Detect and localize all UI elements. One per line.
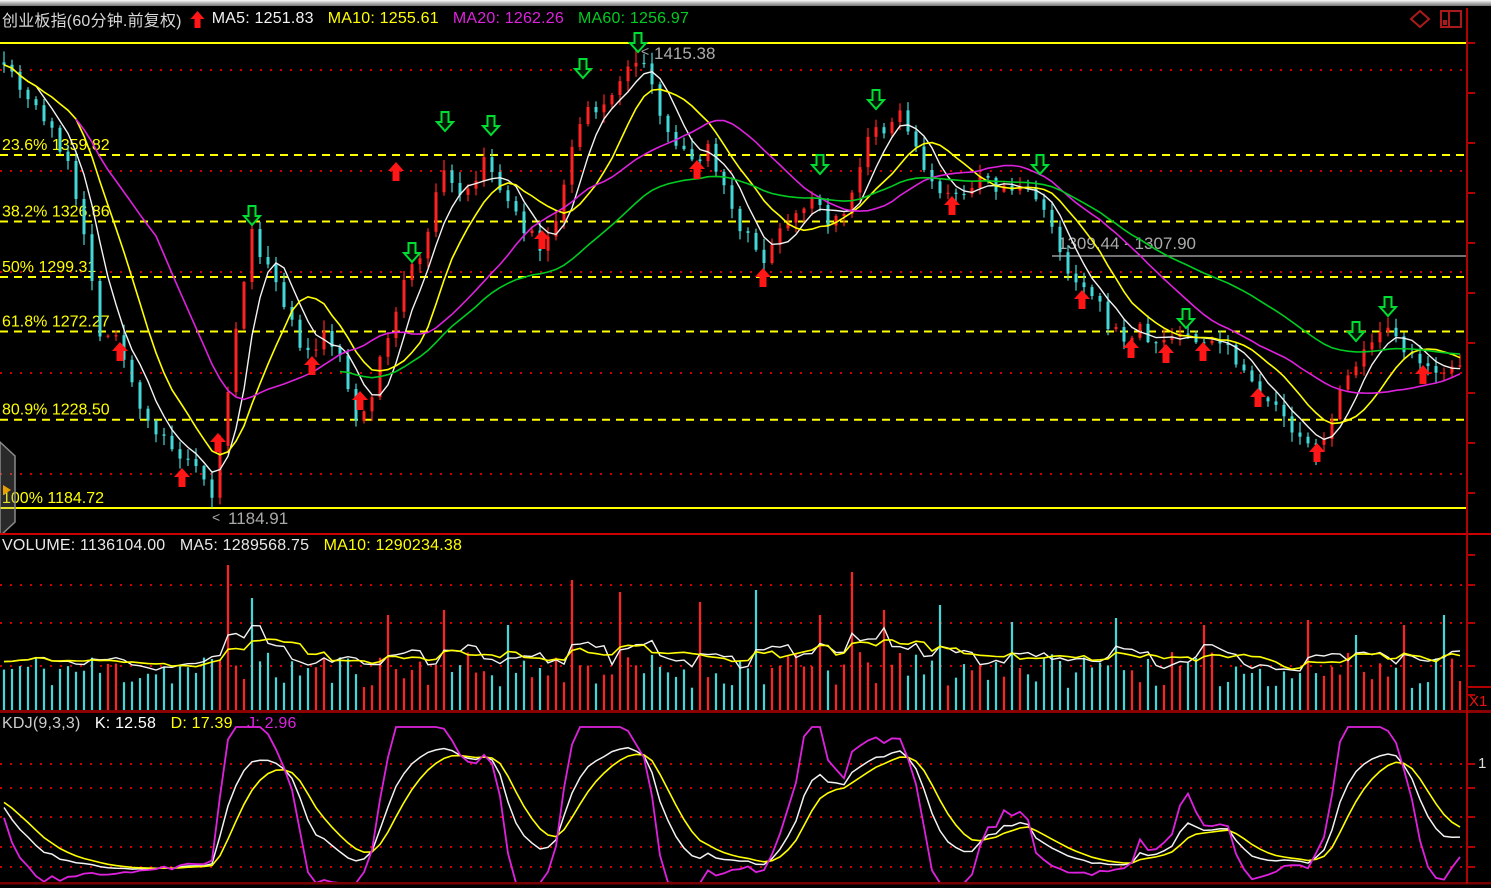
price-axis-border — [1466, 8, 1468, 884]
sell-signal-arrow — [1380, 297, 1396, 316]
kdj-axis-label: 1 — [1478, 755, 1486, 772]
ma20-legend: MA20: 1262.26 — [453, 10, 564, 28]
sell-signal-arrow — [868, 90, 884, 109]
sell-signal-arrow — [812, 155, 828, 174]
trading-app-window: 创业板指(60分钟.前复权) MA5: 1251.83 MA10: 1255.6… — [0, 0, 1491, 888]
buy-signal-arrow — [112, 342, 128, 361]
buy-signal-arrow — [1158, 344, 1174, 363]
low-marker: < — [212, 509, 220, 525]
split-window-icon[interactable] — [1439, 9, 1463, 29]
buy-signal-arrow — [944, 196, 960, 215]
sidebar-expand-handle[interactable] — [0, 442, 15, 533]
fib-level-label: 100% 1184.72 — [2, 490, 104, 507]
buy-signal-arrow — [1309, 443, 1325, 462]
sell-signal-arrow — [575, 59, 591, 78]
sell-signal-arrow — [404, 243, 420, 262]
low-annotation: 1184.91 — [228, 509, 288, 528]
high-marker: < — [641, 43, 649, 59]
ma10-legend: MA10: 1255.61 — [328, 10, 439, 28]
kdj-d: D: 17.39 — [171, 715, 233, 732]
top-toolbar-edge — [0, 0, 1491, 6]
fib-level-label: 61.8% 1272.27 — [2, 314, 110, 331]
buy-signal-arrow — [1123, 339, 1139, 358]
buy-signal-arrow — [210, 433, 226, 452]
buy-signal-arrow — [304, 356, 320, 375]
up-arrow-icon — [190, 10, 205, 29]
buy-signal-arrow — [689, 160, 705, 179]
buy-signal-arrow — [1074, 290, 1090, 309]
kdj-k: K: 12.58 — [95, 715, 156, 732]
buy-signal-arrow — [1195, 342, 1211, 361]
sell-signal-arrow — [1348, 322, 1364, 341]
chart-header: 创业板指(60分钟.前复权) MA5: 1251.83 MA10: 1255.6… — [0, 7, 1491, 31]
volume-ma10: MA10: 1290234.38 — [324, 537, 462, 554]
buy-signal-arrow — [352, 391, 368, 410]
buy-signal-arrow — [1250, 388, 1266, 407]
sell-signal-arrow — [1178, 309, 1194, 328]
instrument-title: 创业板指(60分钟.前复权) — [2, 7, 182, 31]
kdj-header: KDJ(9,3,3) K: 12.58 D: 17.39 J: 2.96 — [2, 715, 307, 733]
volume-header: VOLUME: 1136104.00 MA5: 1289568.75 MA10:… — [2, 537, 472, 555]
high-annotation: 1415.38 — [654, 44, 715, 63]
kdj-chart[interactable]: 1 — [0, 713, 1491, 888]
ma60-legend: MA60: 1256.97 — [578, 10, 689, 28]
buy-signal-arrow — [174, 468, 190, 487]
volume-scale-label: X1 — [1469, 693, 1487, 710]
fib-level-label: 50% 1299.31 — [2, 259, 96, 276]
volume-chart[interactable]: X1 — [0, 535, 1491, 712]
kdj-label: KDJ(9,3,3) — [2, 715, 80, 732]
kdj-j: J: 2.96 — [247, 715, 296, 732]
sell-signal-arrow — [483, 116, 499, 135]
volume-value: VOLUME: 1136104.00 — [2, 537, 165, 554]
main-candlestick-chart[interactable]: 23.6% 1359.8238.2% 1326.8650% 1299.3161.… — [0, 30, 1491, 533]
volume-ma5: MA5: 1289568.75 — [180, 537, 309, 554]
ma5-legend: MA5: 1251.83 — [212, 10, 314, 28]
diamond-icon[interactable] — [1409, 9, 1431, 29]
fib-level-label: 80.9% 1228.50 — [2, 402, 110, 419]
sell-signal-arrow — [437, 112, 453, 131]
